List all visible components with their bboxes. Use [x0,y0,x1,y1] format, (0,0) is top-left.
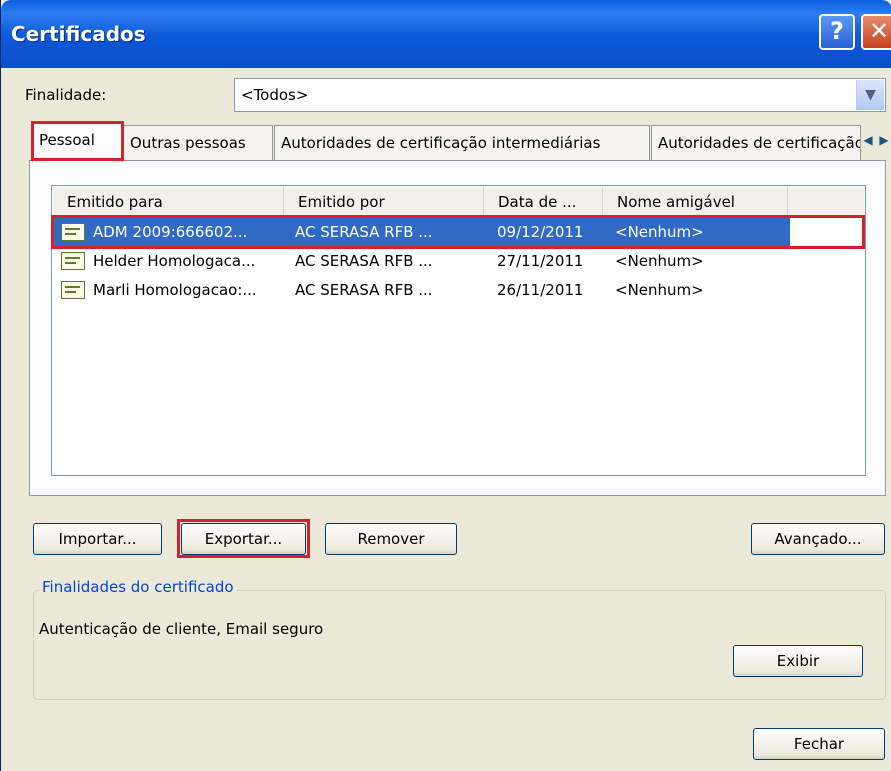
cell-data: 26/11/2011 [497,281,584,299]
column-header-emitido-para[interactable]: Emitido para [53,187,284,217]
cell-emitido-por: AC SERASA RFB ... [295,223,433,241]
certificate-icon [61,223,85,241]
help-button[interactable]: ? [819,14,855,50]
close-window-button[interactable]: ✕ [861,14,891,50]
finalidades-legend: Finalidades do certificado [39,578,237,596]
tab-label: Autoridades de certificação intermediári… [281,134,601,152]
cell-data: 09/12/2011 [497,223,584,241]
importar-button[interactable]: Importar... [33,523,162,555]
finalidade-label: Finalidade: [25,86,107,104]
cell-emitido-para: Marli Homologacao:... [93,281,257,299]
chevron-down-icon[interactable]: ▼ [856,80,884,110]
avancado-button[interactable]: Avançado... [751,523,885,555]
help-icon: ? [830,17,844,45]
cell-emitido-para: ADM 2009:666602... [93,223,248,241]
close-icon: ✕ [868,17,890,45]
fechar-button[interactable]: Fechar [753,728,885,760]
tab-autoridades-raiz[interactable]: Autoridades de certificação raiz confiáv… [651,125,861,161]
cell-nome-amigavel: <Nenhum> [615,223,704,241]
tab-label: Outras pessoas [130,134,246,152]
title-bar[interactable]: Certificados ? ✕ [1,0,891,68]
certificate-icon [61,252,85,270]
table-row[interactable]: ADM 2009:666602... AC SERASA RFB ... 09/… [53,218,864,247]
cell-emitido-por: AC SERASA RFB ... [295,281,433,299]
tab-scroll-right-icon[interactable]: ▶ [875,129,891,151]
tab-autoridades-intermediarias[interactable]: Autoridades de certificação intermediári… [274,125,650,161]
tab-pessoal[interactable]: Pessoal [32,122,123,162]
exibir-button[interactable]: Exibir [733,645,863,677]
cell-data: 27/11/2011 [497,252,584,270]
column-header-filler [788,187,864,217]
cell-nome-amigavel: <Nenhum> [615,281,704,299]
tab-outras-pessoas[interactable]: Outras pessoas [123,125,273,161]
cell-emitido-por: AC SERASA RFB ... [295,252,433,270]
tab-label: Pessoal [39,131,95,149]
table-row[interactable]: Helder Homologaca... AC SERASA RFB ... 2… [53,247,864,276]
column-header-data[interactable]: Data de ... [484,187,603,217]
column-header-emitido-por[interactable]: Emitido por [284,187,484,217]
cell-nome-amigavel: <Nenhum> [615,252,704,270]
certificates-dialog: Certificados ? ✕ Finalidade: <Todos> ▼ P… [0,0,891,771]
cell-emitido-para: Helder Homologaca... [93,252,256,270]
remover-button[interactable]: Remover [325,523,457,555]
window-title: Certificados [11,22,146,46]
finalidade-select[interactable]: <Todos> ▼ [234,78,886,112]
finalidades-text: Autenticação de cliente, Email seguro [39,620,324,638]
certificate-icon [61,281,85,299]
finalidade-value: <Todos> [241,86,309,104]
exportar-button[interactable]: Exportar... [181,523,306,555]
column-header-nome-amigavel[interactable]: Nome amigável [603,187,788,217]
tab-label: Autoridades de certificação raiz confiáv… [658,134,861,152]
table-row[interactable]: Marli Homologacao:... AC SERASA RFB ... … [53,276,864,305]
